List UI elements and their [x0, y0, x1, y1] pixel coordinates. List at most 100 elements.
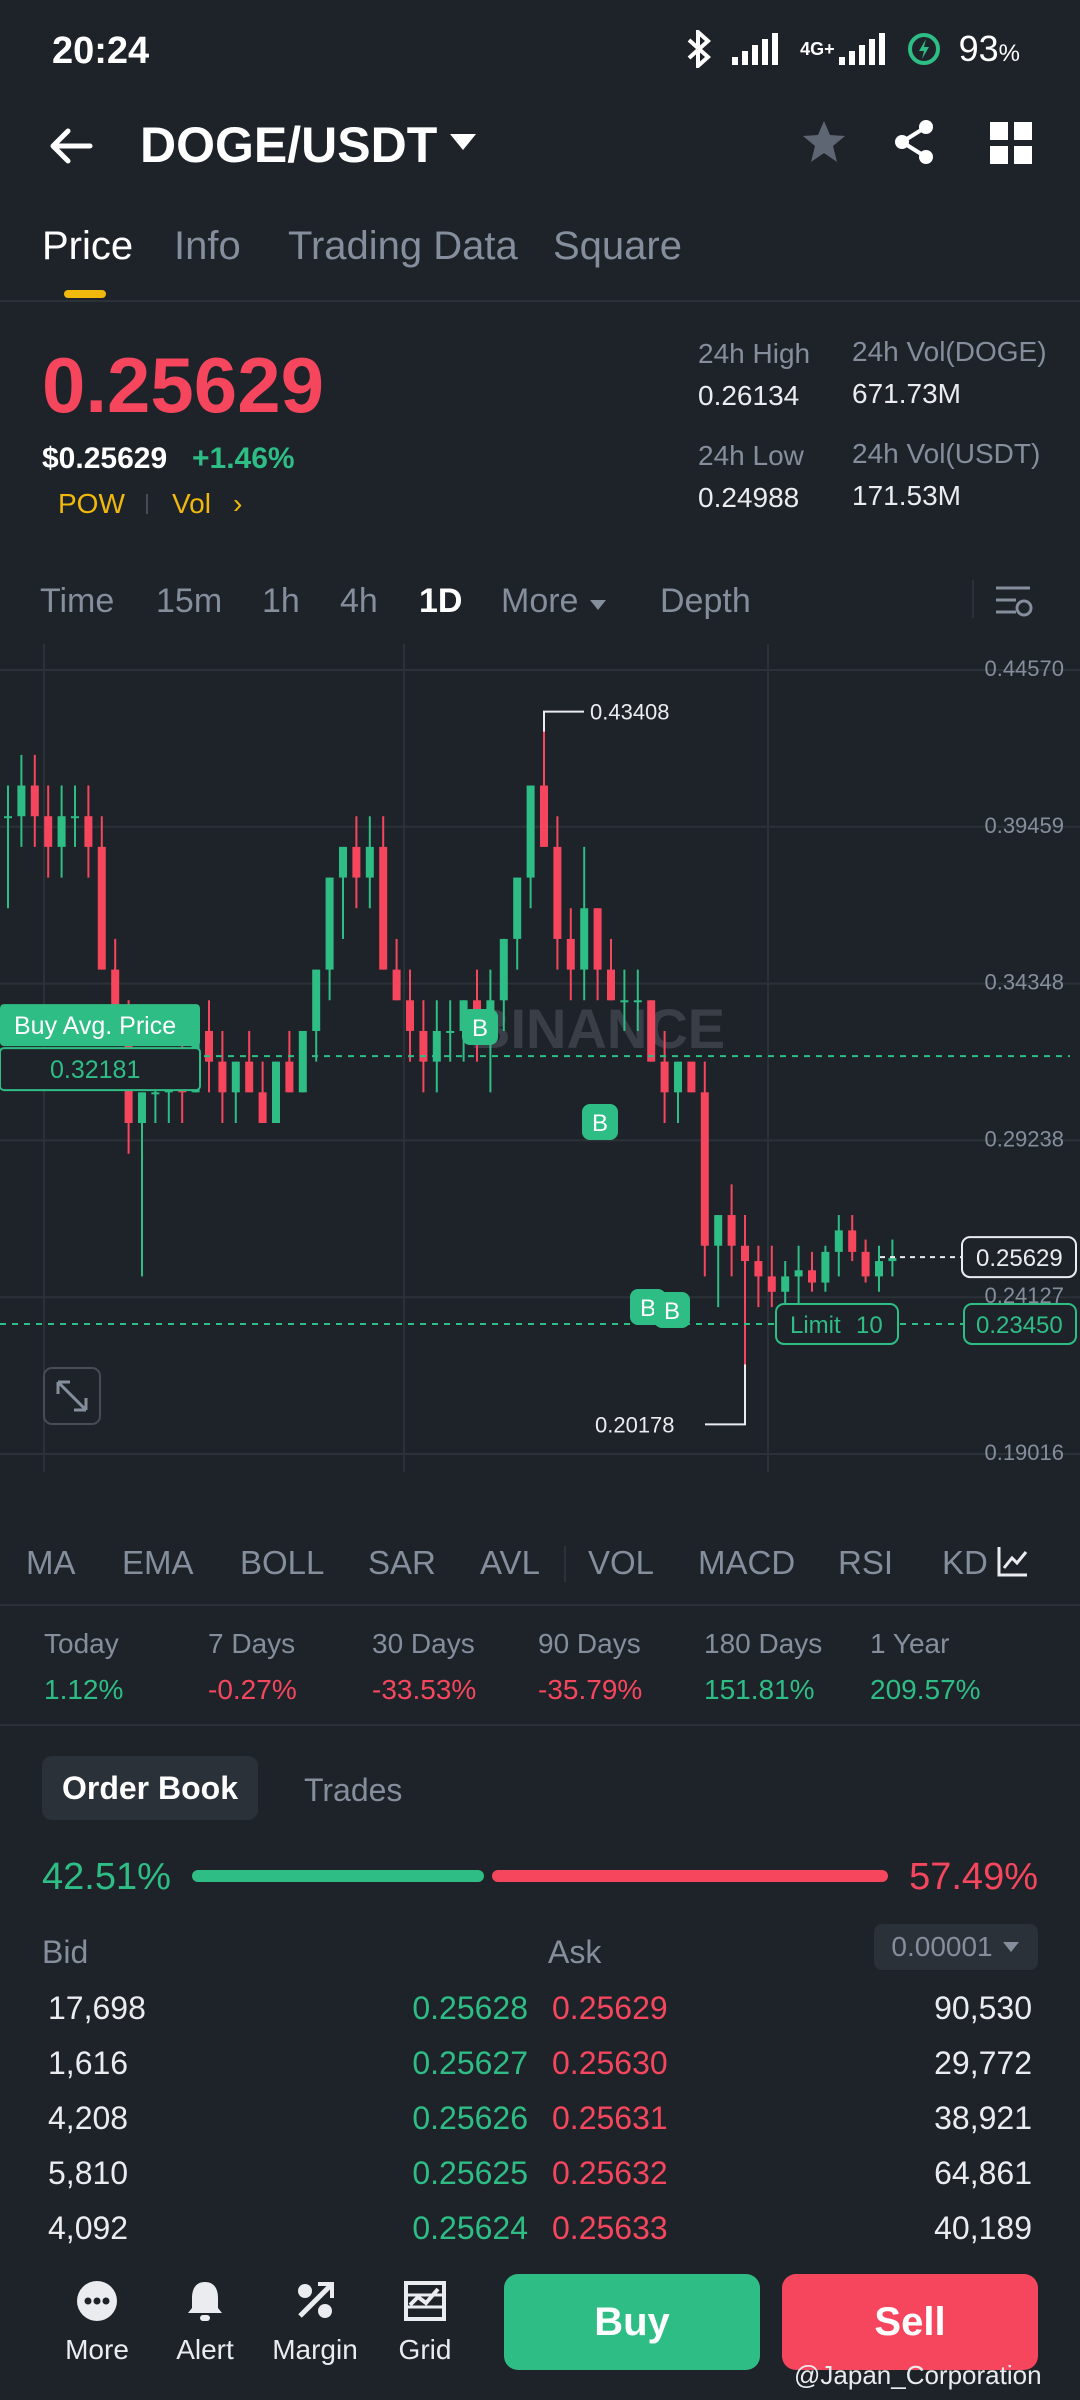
caret-down-icon	[1002, 1942, 1019, 1952]
status-time: 20:24	[52, 30, 150, 72]
buy-button[interactable]: Buy	[504, 2274, 760, 2370]
candle-body	[674, 1061, 682, 1093]
candle-body	[714, 1215, 723, 1246]
tag-pow[interactable]: POW	[58, 488, 125, 520]
perf-label: 1 Year	[870, 1628, 950, 1659]
candle-body	[727, 1215, 736, 1246]
interval-15m[interactable]: 15m	[156, 582, 222, 621]
grid-layout-icon[interactable]	[990, 122, 1032, 164]
grid-bot-button[interactable]: Grid	[380, 2276, 470, 2366]
interval-1d[interactable]: 1D	[419, 582, 462, 621]
indicator-ma[interactable]: MA	[26, 1544, 76, 1582]
limit-label: Limit	[790, 1312, 841, 1339]
perf-label: 90 Days	[538, 1628, 641, 1659]
signal-icon	[732, 33, 779, 65]
candle-body	[325, 877, 334, 970]
candle-body	[218, 1061, 227, 1093]
share-icon[interactable]	[890, 118, 938, 166]
bid-price: 0.25624	[412, 2210, 528, 2246]
perf-label: Today	[44, 1628, 119, 1659]
interval-4h[interactable]: 4h	[340, 582, 378, 621]
ask-qty: 38,921	[934, 2100, 1032, 2136]
tab-price[interactable]: Price	[42, 224, 133, 269]
indicator-macd[interactable]: MACD	[698, 1544, 795, 1582]
back-arrow-icon[interactable]	[44, 118, 100, 174]
signal2-icon	[838, 33, 885, 65]
active-tab-indicator	[64, 290, 106, 298]
candle-body	[231, 1061, 240, 1093]
tab-trades[interactable]: Trades	[304, 1772, 402, 1809]
candle-body	[392, 969, 401, 1001]
high-value: 0.26134	[698, 380, 800, 411]
price-chart[interactable]: 0.445700.394590.343480.292380.241270.190…	[0, 644, 1080, 1482]
y-tick-label: 0.34348	[984, 970, 1064, 995]
buy-marker-label: B	[472, 1015, 488, 1042]
candle-body	[406, 1000, 414, 1031]
tab-info[interactable]: Info	[174, 224, 241, 269]
bid-header: Bid	[42, 1934, 89, 1970]
network-type: 4G+	[800, 38, 835, 59]
ask-price: 0.25633	[552, 2210, 668, 2246]
bid-percent: 42.51%	[42, 1856, 171, 1898]
buy-marker-label: B	[664, 1298, 680, 1325]
grid-bot-icon	[404, 2281, 446, 2321]
candle-body	[298, 1030, 307, 1093]
candle-body	[446, 1030, 455, 1033]
interval-depth[interactable]: Depth	[660, 582, 751, 621]
candle-body	[767, 1276, 776, 1292]
indicator-boll[interactable]: BOLL	[240, 1544, 324, 1582]
interval-time[interactable]: Time	[40, 582, 114, 621]
interval-1h[interactable]: 1h	[262, 582, 300, 621]
x-tick-label: 2025-01-13 05:00	[317, 1480, 491, 1482]
candle-body	[700, 1092, 709, 1246]
bid-qty: 4,208	[48, 2100, 129, 2136]
candle-body	[352, 846, 361, 878]
alert-button[interactable]: Alert	[160, 2276, 250, 2366]
indicator-ema[interactable]: EMA	[122, 1544, 194, 1582]
perf-value: 151.81%	[704, 1674, 815, 1705]
candle-body	[687, 1061, 696, 1093]
candle-body	[312, 969, 321, 1031]
indicator-sar[interactable]: SAR	[368, 1544, 436, 1582]
tab-order-book[interactable]: Order Book	[42, 1756, 258, 1820]
indicator-rsi[interactable]: RSI	[838, 1544, 893, 1582]
candle-body	[566, 938, 575, 970]
pair-dropdown-icon[interactable]	[448, 130, 478, 154]
tick-size-select[interactable]: 0.00001	[874, 1924, 1038, 1970]
candle-body	[754, 1261, 763, 1277]
chart-settings-icon[interactable]	[994, 582, 1034, 620]
ask-price: 0.25630	[552, 2045, 668, 2081]
order-book-row[interactable]: 1,616 0.25627 0.25630 29,772	[0, 2045, 1080, 2099]
favorite-star-icon[interactable]	[800, 118, 848, 166]
indicator-vol[interactable]: VOL	[588, 1544, 654, 1582]
candle-body	[499, 938, 508, 1001]
candle-body	[821, 1251, 830, 1283]
sell-button[interactable]: Sell	[782, 2274, 1038, 2370]
alert-label: Alert	[176, 2334, 234, 2365]
tag-vol[interactable]: Vol ›	[172, 488, 242, 520]
divider	[564, 1546, 566, 1582]
percent-icon	[298, 2282, 334, 2318]
chart-watermark: BINANCE	[470, 997, 725, 1060]
indicator-avl[interactable]: AVL	[480, 1544, 540, 1582]
tab-trading-data[interactable]: Trading Data	[288, 224, 518, 269]
low-value: 0.24988	[698, 482, 800, 513]
tab-square[interactable]: Square	[553, 224, 682, 269]
perf-label: 180 Days	[704, 1628, 823, 1659]
order-book-row[interactable]: 4,208 0.25626 0.25631 38,921	[0, 2100, 1080, 2154]
order-book-row[interactable]: 17,698 0.25628 0.25629 90,530	[0, 1990, 1080, 2044]
interval-more[interactable]: More	[501, 582, 608, 621]
candle-body	[647, 1000, 656, 1062]
indicator-settings-icon[interactable]	[996, 1544, 1030, 1578]
candle-body	[580, 908, 589, 970]
high-label: 24h High	[698, 338, 811, 369]
tag-vol-label: Vol	[172, 488, 211, 519]
more-button[interactable]: More	[52, 2276, 142, 2366]
indicator-kd[interactable]: KD	[942, 1544, 988, 1582]
order-book-row[interactable]: 4,092 0.25624 0.25633 40,189	[0, 2210, 1080, 2264]
margin-button[interactable]: Margin	[270, 2276, 360, 2366]
divider	[0, 1604, 1080, 1606]
candle-body	[834, 1230, 843, 1252]
order-book-row[interactable]: 5,810 0.25625 0.25632 64,861	[0, 2155, 1080, 2209]
pair-title[interactable]: DOGE/USDT	[140, 116, 437, 174]
